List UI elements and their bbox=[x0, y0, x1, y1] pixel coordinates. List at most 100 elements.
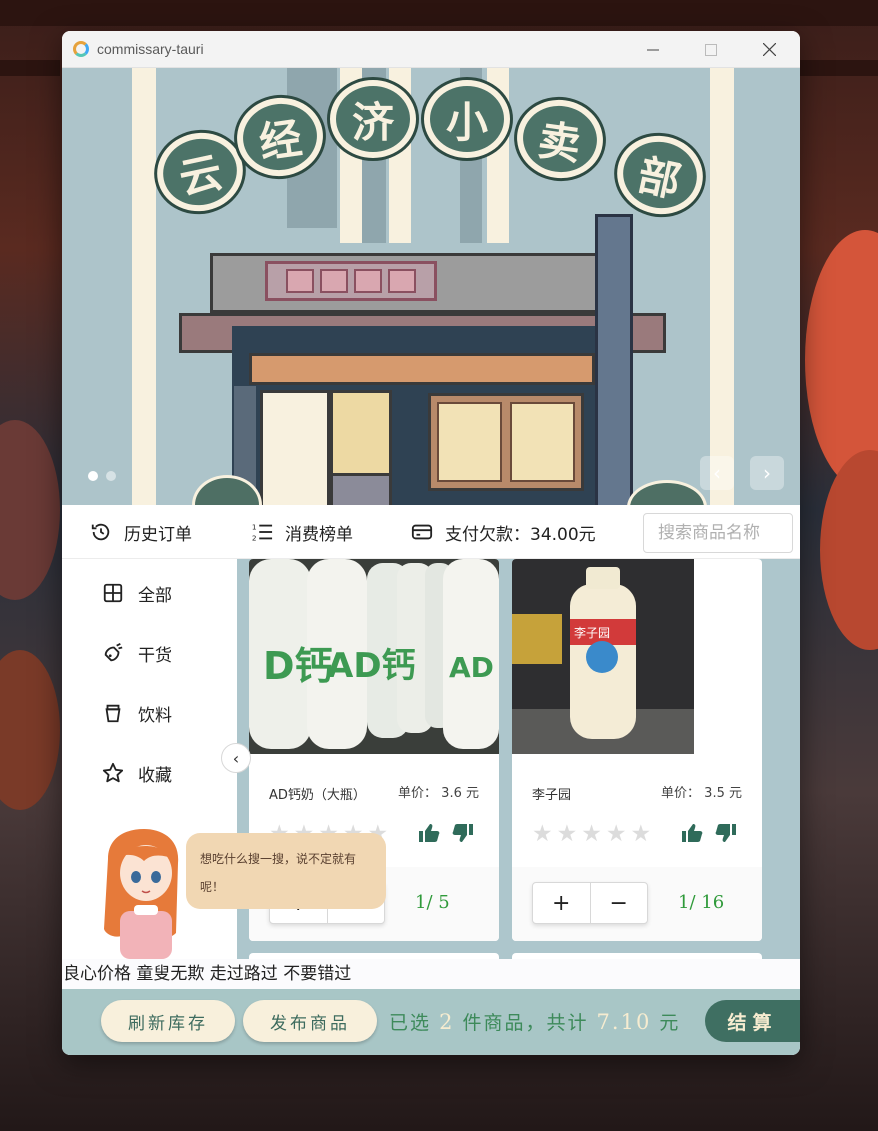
sidebar-item-label: 全部 bbox=[138, 585, 172, 606]
svg-text:D钙: D钙 bbox=[263, 644, 333, 688]
carousel-prev-button[interactable]: ‹ bbox=[700, 456, 734, 490]
maximize-button[interactable] bbox=[682, 31, 740, 68]
chevron-right-icon: › bbox=[763, 461, 771, 485]
minimize-button[interactable] bbox=[624, 31, 682, 68]
store-awning bbox=[249, 353, 595, 385]
history-orders-button[interactable]: 历史订单 bbox=[90, 505, 192, 559]
thumbs-down-icon bbox=[715, 824, 736, 842]
history-orders-label: 历史订单 bbox=[124, 524, 192, 545]
collapse-sidebar-button[interactable]: ‹ bbox=[221, 743, 251, 773]
ranking-list-icon: 12 bbox=[252, 522, 273, 542]
product-card[interactable]: 李子园 李子园 单价： 3.5 元 ★ ★ ★ ★ ★ + − 1/ 16 bbox=[512, 559, 762, 941]
banner-title-char: 云 bbox=[149, 124, 251, 220]
maple-tree bbox=[820, 450, 878, 650]
product-price: 单价： 3.6 元 bbox=[398, 786, 479, 801]
svg-text:2: 2 bbox=[252, 533, 257, 542]
sidebar-item-all[interactable]: 全部 bbox=[102, 573, 172, 613]
refresh-stock-button[interactable]: 刷新库存 bbox=[101, 1000, 235, 1042]
card-icon bbox=[411, 524, 433, 540]
close-button[interactable] bbox=[740, 31, 798, 68]
sidebar-item-drinks[interactable]: 饮料 bbox=[102, 693, 172, 733]
summary-unit: 元 bbox=[659, 1012, 681, 1034]
selected-quantity: 1/ 5 bbox=[415, 892, 450, 913]
app-window: commissary-tauri 云 经 济 小 卖 部 ‹ › 历史订单 1 … bbox=[62, 31, 800, 1055]
mascot-speech-bubble: 想吃什么搜一搜，说不定就有呢！ bbox=[186, 833, 386, 909]
marquee-slogan: 良心价格 童叟无欺 走过路过 不要错过 bbox=[62, 959, 800, 989]
svg-text:AD钙: AD钙 bbox=[327, 646, 416, 686]
sidebar-item-label: 饮料 bbox=[138, 705, 172, 726]
footer-bar: 刷新库存 发布商品 已选 2 件商品，共计 7.10 元 结算 bbox=[62, 989, 800, 1055]
tree bbox=[0, 650, 60, 810]
sidebar-item-label: 收藏 bbox=[138, 765, 172, 786]
svg-text:李子园: 李子园 bbox=[574, 625, 610, 640]
rating-star-icon[interactable]: ★ bbox=[606, 821, 627, 847]
banner-title-char: 部 bbox=[609, 127, 711, 223]
dislike-button[interactable] bbox=[714, 821, 738, 845]
like-button[interactable] bbox=[680, 821, 704, 845]
like-button[interactable] bbox=[417, 821, 441, 845]
carousel-dot[interactable] bbox=[106, 471, 116, 481]
app-logo-icon bbox=[73, 41, 89, 57]
product-image: D钙 AD钙 AD bbox=[249, 559, 499, 754]
grid-icon bbox=[103, 583, 123, 603]
bush bbox=[627, 480, 707, 505]
total-amount: 7.10 bbox=[596, 1010, 652, 1034]
thumbs-down-icon bbox=[452, 824, 473, 842]
carousel-next-button[interactable]: › bbox=[750, 456, 784, 490]
rating-star-icon[interactable]: ★ bbox=[557, 821, 578, 847]
card-footer: + − 1/ 16 bbox=[512, 867, 762, 941]
thumbs-up-icon bbox=[682, 824, 703, 842]
summary-prefix: 已选 bbox=[389, 1012, 432, 1034]
rating-star-icon[interactable]: ★ bbox=[532, 821, 553, 847]
svg-text:AD: AD bbox=[449, 651, 494, 684]
publish-product-button[interactable]: 发布商品 bbox=[243, 1000, 377, 1042]
history-icon bbox=[91, 523, 110, 541]
product-price: 单价： 3.5 元 bbox=[661, 786, 742, 801]
selected-quantity: 1/ 16 bbox=[678, 892, 725, 913]
pay-debt-button[interactable]: 支付欠款：34.00元 bbox=[411, 505, 596, 559]
increase-button[interactable]: + bbox=[533, 883, 590, 923]
banner-title-char: 济 bbox=[330, 80, 416, 158]
pay-debt-label: 支付欠款：34.00元 bbox=[445, 524, 596, 545]
cart-summary: 已选 2 件商品，共计 7.10 元 bbox=[389, 1008, 680, 1035]
dislike-button[interactable] bbox=[451, 821, 475, 845]
banner-stripe bbox=[710, 68, 734, 505]
product-name: AD钙奶（大瓶） bbox=[269, 788, 366, 803]
chevron-left-icon: ‹ bbox=[713, 461, 721, 485]
roof-beam bbox=[0, 0, 878, 26]
roof-beam bbox=[0, 60, 60, 76]
banner-carousel[interactable]: 云 经 济 小 卖 部 ‹ › bbox=[62, 68, 800, 505]
consumption-ranking-button[interactable]: 12 消费榜单 bbox=[251, 505, 353, 559]
sidebar-item-favorites[interactable]: 收藏 bbox=[102, 753, 172, 793]
rating-stars[interactable]: ★★★★★ bbox=[532, 821, 651, 847]
maximize-icon bbox=[705, 43, 717, 56]
minimize-icon bbox=[647, 49, 659, 50]
checkout-button[interactable]: 结算 bbox=[705, 1000, 800, 1042]
search-input[interactable] bbox=[643, 513, 793, 553]
decrease-button[interactable]: − bbox=[589, 883, 648, 923]
title-bar: commissary-tauri bbox=[62, 31, 800, 68]
product-name: 李子园 bbox=[532, 788, 572, 803]
summary-middle: 件商品，共计 bbox=[462, 1012, 589, 1034]
thumbs-up-icon bbox=[419, 824, 440, 842]
svg-text:1: 1 bbox=[252, 522, 257, 531]
cup-icon bbox=[105, 704, 121, 723]
rating-star-icon[interactable]: ★ bbox=[581, 821, 602, 847]
roof-beam bbox=[800, 60, 878, 76]
selected-count: 2 bbox=[439, 1010, 455, 1034]
carousel-dot[interactable] bbox=[88, 471, 98, 481]
store-window bbox=[260, 390, 330, 505]
sidebar-item-snacks[interactable]: 干货 bbox=[102, 633, 172, 673]
sidebar-item-label: 干货 bbox=[138, 645, 172, 666]
banner-stripe bbox=[132, 68, 156, 505]
close-icon bbox=[762, 43, 776, 56]
tree bbox=[0, 420, 60, 600]
window-title: commissary-tauri bbox=[97, 41, 204, 57]
mascot-character bbox=[104, 829, 179, 959]
rating-star-icon[interactable]: ★ bbox=[631, 821, 652, 847]
store-pillar bbox=[595, 214, 633, 505]
carousel-indicators bbox=[88, 471, 116, 481]
consumption-ranking-label: 消费榜单 bbox=[285, 524, 353, 545]
star-icon bbox=[102, 762, 124, 783]
quantity-stepper: + − bbox=[532, 882, 648, 924]
